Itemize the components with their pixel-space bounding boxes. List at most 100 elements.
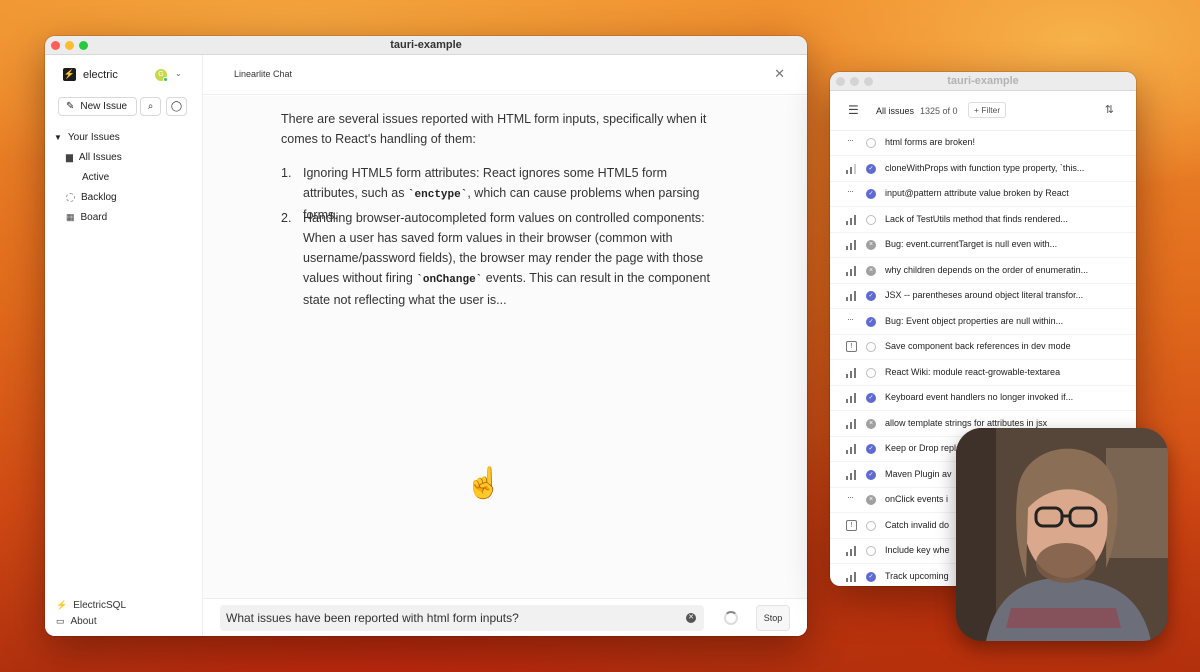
close-icon[interactable]: ✕ — [774, 66, 785, 82]
issue-row[interactable]: ··· ✓ Bug: Event object properties are nul… — [830, 310, 1136, 335]
stop-button[interactable]: Stop — [756, 605, 790, 631]
issue-title: Keyboard event handlers no longer invoke… — [885, 392, 1074, 402]
urgent-priority-icon[interactable]: ! — [846, 519, 857, 531]
canceled-status-icon[interactable]: × — [866, 418, 876, 429]
no-priority-icon[interactable]: ··· — [847, 492, 854, 502]
urgent-priority-icon[interactable]: ! — [846, 341, 857, 352]
issue-row[interactable]: × Bug: event.currentTarget is null even w… — [830, 233, 1136, 258]
todo-status-icon[interactable] — [866, 138, 876, 148]
done-status-icon[interactable]: ✓ — [866, 163, 876, 174]
chat-response: There are several issues reported with H… — [203, 96, 807, 598]
filter-button[interactable]: + Filter — [968, 102, 1007, 118]
high-priority-icon[interactable] — [846, 291, 858, 301]
todo-status-icon[interactable] — [866, 520, 876, 531]
done-status-icon[interactable]: ✓ — [866, 291, 876, 301]
sidebar-item-backlog[interactable]: Backlog — [66, 192, 117, 203]
issues-titlebar: tauri-example — [830, 72, 1136, 91]
close-window-button[interactable] — [836, 77, 845, 86]
triangle-down-icon: ▼ — [54, 133, 62, 142]
issue-title: cloneWithProps with function type proper… — [885, 162, 1085, 173]
high-priority-icon[interactable] — [846, 367, 858, 378]
issue-title: allow template strings for attributes in… — [885, 417, 1048, 428]
minimize-window-button[interactable] — [65, 41, 74, 50]
high-priority-icon[interactable] — [846, 265, 858, 276]
done-status-icon[interactable]: ✓ — [866, 469, 876, 480]
issue-row[interactable]: ··· ✓ input@pattern attribute value broken… — [830, 182, 1136, 207]
issue-title: JSX -- parentheses around object literal… — [885, 290, 1084, 300]
brand-name: electric — [83, 68, 118, 81]
sidebar-item-board[interactable]: ▦ Board — [66, 212, 107, 223]
grid-icon: ▦ — [66, 212, 75, 222]
backlog-circle-icon — [66, 193, 75, 202]
issue-title: html forms are broken! — [885, 137, 976, 147]
your-issues-label: Your Issues — [67, 132, 120, 143]
search-button[interactable]: ⌕ — [140, 97, 161, 116]
todo-status-icon[interactable] — [866, 367, 876, 378]
done-status-icon[interactable]: ✓ — [866, 444, 876, 454]
todo-status-icon[interactable] — [866, 546, 876, 556]
chat-input-value: What issues have been reported with html… — [226, 611, 519, 625]
new-issue-button[interactable]: ✎ New Issue — [58, 97, 137, 116]
chat-header: Linearlite Chat ✕ — [203, 55, 807, 95]
chat-input[interactable]: What issues have been reported with html… — [220, 605, 704, 631]
canceled-status-icon[interactable]: × — [866, 265, 876, 276]
about-link[interactable]: ▭ About — [56, 616, 97, 627]
hand-cursor-icon: ☝ — [465, 467, 503, 500]
issue-title: Bug: Event object properties are null wi… — [885, 315, 1064, 326]
medium-priority-icon[interactable] — [846, 163, 858, 174]
no-priority-icon[interactable]: ··· — [847, 314, 854, 324]
electric-icon: ⚡ — [56, 600, 68, 610]
chat-button[interactable]: ◯ — [166, 97, 187, 116]
high-priority-icon[interactable] — [846, 240, 858, 250]
loading-spinner-icon — [724, 611, 738, 625]
electric-logo-icon: ⚡ — [63, 68, 76, 81]
sidebar-item-active[interactable]: Active — [82, 172, 109, 183]
issue-row[interactable]: React Wiki: module react-growable-textar… — [830, 361, 1136, 386]
chevron-down-icon[interactable]: ⌄ — [175, 69, 182, 78]
issue-row[interactable]: ✓ JSX -- parentheses around object litera… — [830, 284, 1136, 309]
main-titlebar: tauri-example — [45, 36, 807, 55]
sidebar-item-label: Active — [82, 172, 110, 183]
no-priority-icon[interactable]: ··· — [847, 186, 854, 196]
your-issues-toggle[interactable]: ▼ Your Issues — [54, 132, 120, 143]
issue-title: React Wiki: module react-growable-textar… — [885, 366, 1061, 377]
clear-icon[interactable]: ✕ — [686, 613, 696, 623]
chat-title: Linearlite Chat — [234, 69, 293, 79]
issue-count: 1325 of 0 — [920, 106, 958, 116]
todo-status-icon[interactable] — [866, 214, 876, 225]
menu-icon[interactable]: ☰ — [848, 103, 859, 117]
done-status-icon[interactable]: ✓ — [866, 316, 876, 327]
high-priority-icon[interactable] — [846, 214, 858, 225]
sidebar-item-all-issues[interactable]: ▆ All Issues — [66, 152, 122, 163]
done-status-icon[interactable]: ✓ — [866, 189, 876, 199]
close-window-button[interactable] — [51, 41, 60, 50]
minimize-window-button[interactable] — [850, 77, 859, 86]
high-priority-icon[interactable] — [846, 444, 858, 454]
done-status-icon[interactable]: ✓ — [866, 571, 876, 582]
canceled-status-icon[interactable]: × — [866, 495, 876, 505]
issue-row[interactable]: ! Save component back references in dev m… — [830, 335, 1136, 360]
brand[interactable]: ⚡ electric — [63, 68, 118, 81]
issue-title: Save component back references in dev mo… — [885, 341, 1071, 351]
electricsql-link[interactable]: ⚡ ElectricSQL — [56, 600, 126, 611]
done-status-icon[interactable]: ✓ — [866, 393, 876, 403]
webcam-overlay — [956, 428, 1168, 641]
sort-icon[interactable]: ⇅ — [1105, 103, 1114, 116]
response-intro: There are several issues reported with H… — [281, 112, 707, 146]
issue-row[interactable]: ··· html forms are broken! — [830, 131, 1136, 156]
high-priority-icon[interactable] — [846, 393, 858, 403]
high-priority-icon[interactable] — [846, 418, 858, 429]
issue-row[interactable]: ✓ cloneWithProps with function type prope… — [830, 157, 1136, 182]
high-priority-icon[interactable] — [846, 546, 858, 556]
issue-row[interactable]: Lack of TestUtils method that finds rend… — [830, 208, 1136, 233]
chat-bubble-icon: ◯ — [170, 101, 183, 112]
canceled-status-icon[interactable]: × — [866, 240, 876, 250]
zoom-window-button[interactable] — [79, 41, 88, 50]
issue-row[interactable]: × why children depends on the order of en… — [830, 259, 1136, 284]
high-priority-icon[interactable] — [846, 571, 858, 582]
todo-status-icon[interactable] — [866, 342, 876, 352]
zoom-window-button[interactable] — [864, 77, 873, 86]
high-priority-icon[interactable] — [846, 469, 858, 480]
issue-row[interactable]: ✓ Keyboard event handlers no longer invok… — [830, 386, 1136, 411]
no-priority-icon[interactable]: ··· — [847, 135, 854, 145]
